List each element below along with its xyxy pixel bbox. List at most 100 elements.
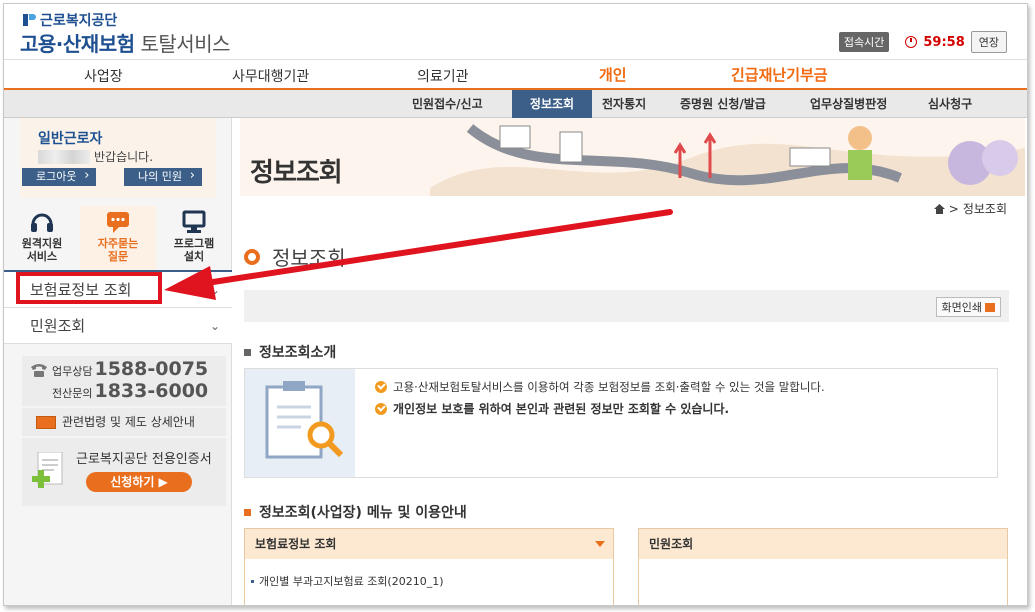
certificate-apply-button[interactable]: 신청하기 ▶ [86, 472, 192, 492]
quick-link-program-install[interactable]: 프로그램 설치 [156, 206, 232, 272]
chat-icon [107, 212, 129, 233]
it-contact: 전산문의 1833-6000 [52, 380, 208, 402]
title-bullet-icon [244, 248, 260, 265]
annotation-highlight-box [16, 272, 162, 304]
quick-link-label: 질문 [107, 250, 129, 263]
clipboard-search-icon [245, 369, 355, 477]
breadcrumb-current: 정보조회 [962, 202, 1007, 216]
guide-section-title-text: 정보조회(사업장) 메뉴 및 이용안내 [259, 505, 467, 521]
quick-link-label: 자주묻는 [97, 237, 139, 250]
quick-link-remote-support[interactable]: 원격지원 서비스 [4, 206, 80, 272]
business-number: 1588-0075 [94, 358, 209, 380]
my-petition-button[interactable]: 나의 민원 [124, 167, 202, 186]
main-nav-emergency-fund[interactable]: 긴급재난기부금 [731, 64, 828, 85]
session-timer: 59:58 [923, 34, 965, 50]
section-bullet-icon [244, 348, 251, 356]
intro-box: 고용·산재보험토탈서비스를 이용하여 각종 보험정보를 조회·출력할 수 있는 … [244, 368, 998, 478]
service-sub: 토탈서비스 [140, 32, 231, 56]
law-guide-link[interactable]: 관련법령 및 제도 상세안내 [22, 408, 226, 436]
it-number: 1833-6000 [94, 380, 209, 402]
panel-link-text: 개인별 부과고지보험료 조회(20210_1) [259, 575, 444, 588]
panel-header[interactable]: 민원조회 [639, 529, 1007, 559]
breadcrumb: > 정보조회 [933, 200, 1007, 217]
banner-illustration-icon [430, 124, 1025, 196]
browser-frame: 근로복지공단 고용·산재보험 토탈서비스 접속시간 59:58 연장 사업장 사무… [3, 3, 1028, 606]
guide-section-title: 정보조회(사업장) 메뉴 및 이용안내 [244, 502, 467, 522]
intro-section-title-text: 정보조회소개 [259, 345, 337, 361]
site-header: 근로복지공단 고용·산재보험 토탈서비스 접속시간 59:58 연장 [4, 4, 1027, 60]
main-nav-agency[interactable]: 사무대행기관 [232, 66, 309, 86]
sub-nav-occupational-disease[interactable]: 업무상질병판정 [804, 90, 893, 118]
intro-line-text: 고용·산재보험토탈서비스를 이용하여 각종 보험정보를 조회·출력할 수 있는 … [393, 380, 825, 394]
sidebar-item-label: 민원조회 [30, 317, 86, 335]
printer-icon [985, 302, 995, 312]
quick-link-label: 설치 [183, 250, 205, 263]
home-icon[interactable] [933, 203, 945, 214]
sub-nav-certificate[interactable]: 증명원 신청/발급 [674, 90, 772, 118]
business-label: 업무상담 [52, 365, 93, 378]
banner-title: 정보조회 [250, 158, 343, 188]
org-logo[interactable]: 근로복지공단 [22, 10, 117, 30]
certificate-icon [32, 452, 63, 488]
sub-nav-appeal[interactable]: 심사청구 [922, 90, 978, 118]
breadcrumb-separator: > [948, 201, 959, 216]
it-label: 전산문의 [52, 387, 93, 400]
session-label: 접속시간 [838, 32, 890, 52]
monitor-icon [182, 210, 206, 233]
service-name: 고용·산재보험 [20, 32, 135, 56]
quick-link-label: 원격지원 [21, 237, 63, 250]
premium-info-panel: 보험료정보 조회 개인별 부과고지보험료 조회(20210_1) [244, 528, 614, 605]
main-nav-medical[interactable]: 의료기관 [417, 66, 469, 86]
chevron-down-icon: ⌄ [209, 283, 220, 297]
sub-nav-e-notice[interactable]: 전자통지 [596, 90, 652, 118]
certificate-banner: 근로복지공단 전용인증서 신청하기 ▶ [22, 438, 226, 506]
session-info: 접속시간 59:58 연장 [838, 31, 1007, 53]
user-greeting: 반갑습니다. [38, 148, 153, 165]
certificate-apply-label: 신청하기 [110, 475, 155, 489]
business-contact: 업무상담 1588-0075 [52, 358, 208, 380]
certificate-title: 근로복지공단 전용인증서 [76, 452, 212, 467]
greeting-text: 반갑습니다. [94, 150, 154, 164]
org-name: 근로복지공단 [40, 13, 118, 29]
print-button[interactable]: 화면인쇄 [935, 297, 1001, 317]
left-sidebar: 일반근로자 반갑습니다. 로그아웃 나의 민원 원격지원 서비스 자주묻는 질문… [4, 118, 232, 605]
page-title: 정보조회 [244, 242, 346, 271]
caret-down-icon [595, 541, 605, 547]
main-content: 정보조회 > 정보조회 정보조회 화면인쇄 정보조회소개 고용·산재보험토탈서비… [240, 118, 1025, 605]
user-type: 일반근로자 [38, 131, 103, 147]
check-icon [375, 381, 387, 393]
sidebar-item-petition-inquiry[interactable]: 민원조회 ⌄ [4, 308, 232, 344]
panel-link[interactable]: 개인별 부과고지보험료 조회(20210_1) [251, 573, 613, 589]
main-nav-personal[interactable]: 개인 [599, 64, 627, 85]
main-nav: 사업장 사무대행기관 의료기관 개인 긴급재난기부금 [4, 60, 1027, 90]
print-bar: 화면인쇄 [244, 290, 1009, 322]
headset-icon [31, 213, 53, 232]
print-label: 화면인쇄 [941, 301, 982, 314]
blurred-username [38, 149, 90, 164]
intro-line: 개인정보 보호를 위하여 본인과 관련된 정보만 조회할 수 있습니다. [375, 400, 729, 417]
intro-section-title: 정보조회소개 [244, 342, 336, 362]
page-title-text: 정보조회 [272, 246, 346, 270]
quick-links: 원격지원 서비스 자주묻는 질문 프로그램 설치 [4, 206, 232, 272]
section-bullet-icon [244, 508, 251, 516]
quick-link-label: 서비스 [26, 250, 58, 263]
logout-button[interactable]: 로그아웃 [22, 167, 97, 186]
quick-link-label: 프로그램 [173, 237, 215, 250]
user-box: 일반근로자 반갑습니다. 로그아웃 나의 민원 [20, 118, 216, 198]
phone-icon [31, 364, 47, 377]
chevron-down-icon: ⌄ [209, 319, 220, 333]
intro-line: 고용·산재보험토탈서비스를 이용하여 각종 보험정보를 조회·출력할 수 있는 … [375, 379, 825, 395]
logo-mark-icon [23, 14, 36, 26]
quick-link-faq[interactable]: 자주묻는 질문 [80, 206, 156, 272]
main-nav-business[interactable]: 사업장 [84, 66, 123, 86]
panel-title: 보험료정보 조회 [255, 537, 337, 551]
contact-info: 업무상담 1588-0075 전산문의 1833-6000 [22, 356, 226, 406]
extend-session-button[interactable]: 연장 [970, 31, 1007, 53]
sub-nav: 민원접수/신고 정보조회 전자통지 증명원 신청/발급 업무상질병판정 심사청구 [4, 90, 1027, 118]
service-title[interactable]: 고용·산재보험 토탈서비스 [20, 28, 230, 57]
petition-inquiry-panel: 민원조회 [638, 528, 1008, 605]
sub-nav-application[interactable]: 민원접수/신고 [406, 90, 489, 118]
panel-title: 민원조회 [649, 537, 694, 551]
sub-nav-info-inquiry[interactable]: 정보조회 [512, 90, 592, 118]
panel-header[interactable]: 보험료정보 조회 [245, 529, 613, 559]
